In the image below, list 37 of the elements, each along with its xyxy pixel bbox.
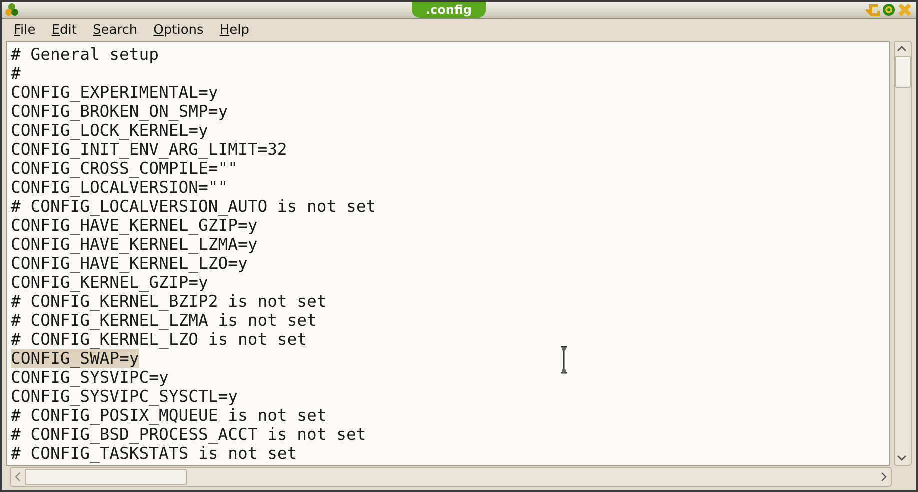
code-line: # CONFIG_LOCALVERSION_AUTO is not set <box>11 197 376 216</box>
text-editor[interactable] <box>6 41 890 466</box>
code-line: # CONFIG_KERNEL_LZMA is not set <box>11 311 317 330</box>
code-line: CONFIG_SYSVIPC_SYSCTL=y <box>11 387 238 406</box>
maximize-icon[interactable] <box>882 3 896 17</box>
code-line: CONFIG_HAVE_KERNEL_LZMA=y <box>11 235 258 254</box>
code-line: CONFIG_KERNEL_GZIP=y <box>11 273 208 292</box>
app-icon <box>5 3 19 17</box>
menu-item[interactable]: Edit <box>44 22 85 38</box>
vertical-scrollbar[interactable] <box>894 41 912 466</box>
window-title: .config <box>412 2 486 18</box>
code-line: CONFIG_LOCK_KERNEL=y <box>11 121 208 140</box>
horizontal-scrollbar[interactable] <box>10 467 892 487</box>
menu-item[interactable]: Options <box>146 22 212 38</box>
text-cursor-icon <box>560 346 568 374</box>
code-line: # CONFIG_KERNEL_LZO is not set <box>11 330 308 349</box>
code-line: CONFIG_INIT_ENV_ARG_LIMIT=32 <box>11 140 288 159</box>
menu-item[interactable]: Search <box>84 22 146 38</box>
code-line: CONFIG_HAVE_KERNEL_LZO=y <box>11 254 248 273</box>
restore-icon[interactable] <box>866 3 880 17</box>
menu-item[interactable]: File <box>6 22 44 38</box>
code-line: CONFIG_HAVE_KERNEL_GZIP=y <box>11 216 258 235</box>
code-line: # CONFIG_BSD_PROCESS_ACCT is not set <box>11 425 366 444</box>
code-line: # CONFIG_POSIX_MQUEUE is not set <box>11 406 327 425</box>
code-line: CONFIG_LOCALVERSION="" <box>11 178 228 197</box>
code-line: CONFIG_SYSVIPC=y <box>11 368 169 387</box>
menu-item[interactable]: Help <box>212 22 258 38</box>
code-line: CONFIG_CROSS_COMPILE="" <box>11 159 238 178</box>
code-line: # CONFIG_KERNEL_BZIP2 is not set <box>11 292 327 311</box>
scroll-thumb[interactable] <box>895 56 911 88</box>
code-line: CONFIG_EXPERIMENTAL=y <box>11 83 218 102</box>
code-line: # <box>11 64 21 83</box>
code-line: # General setup <box>11 45 160 64</box>
close-icon[interactable] <box>898 3 912 17</box>
code-line: # CONFIG_TASKSTATS is not set <box>11 444 298 463</box>
code-line: CONFIG_BROKEN_ON_SMP=y <box>11 102 228 121</box>
scroll-thumb[interactable] <box>25 469 187 485</box>
